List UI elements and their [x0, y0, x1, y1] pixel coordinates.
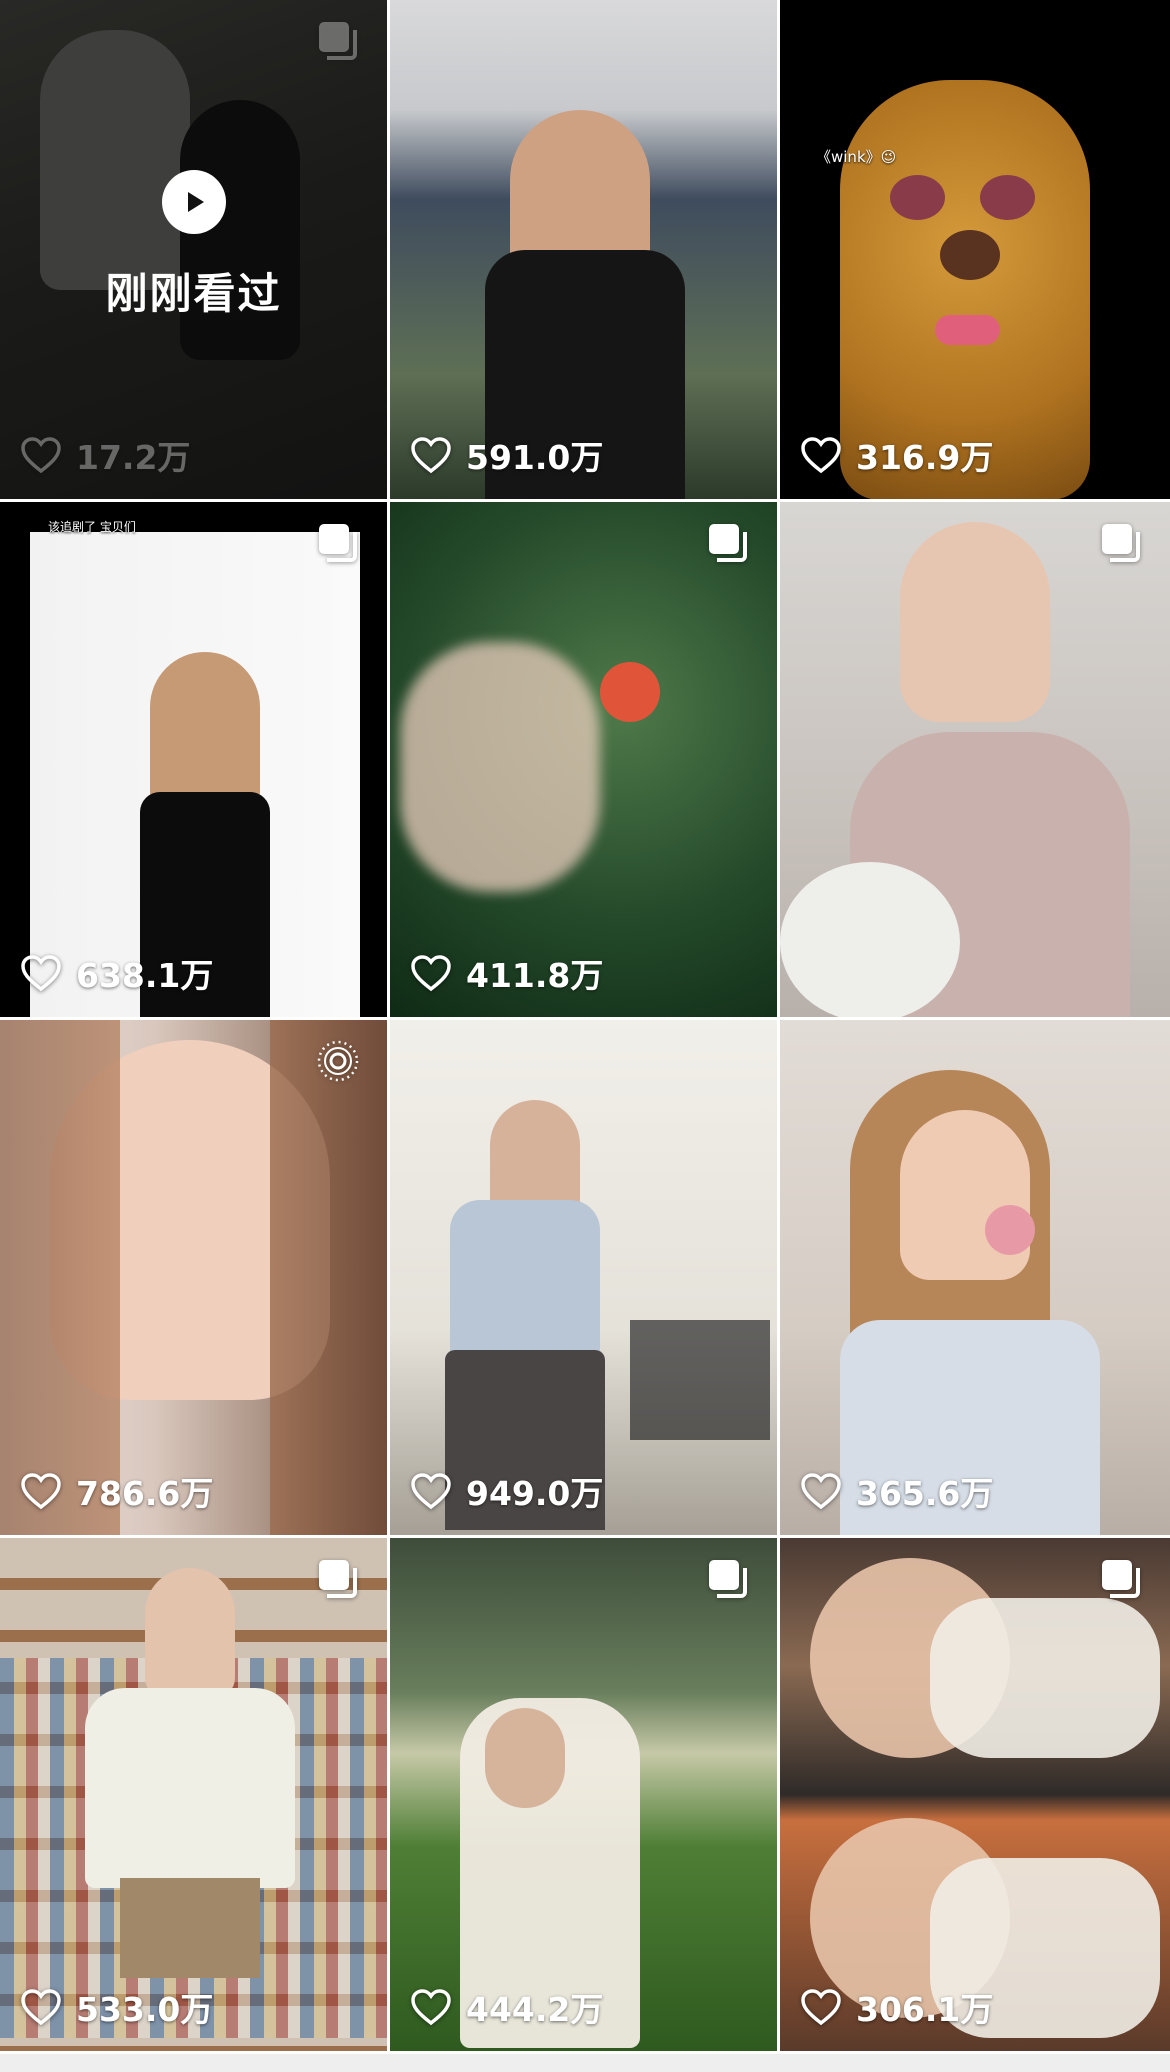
play-icon — [161, 170, 226, 234]
like-count-text: 444.2万 — [466, 1990, 604, 2029]
heart-icon — [801, 437, 841, 474]
like-count-text: 316.9万 — [856, 438, 994, 477]
like-count-text: 533.0万 — [76, 1990, 214, 2029]
video-thumbnail — [390, 1538, 777, 2051]
video-tile-3[interactable]: 《wink》😉 316.9万 — [780, 0, 1170, 502]
recently-watched-marker: 刚刚看过 — [0, 170, 387, 321]
heart-icon — [801, 1473, 841, 1510]
video-tile-9[interactable]: 365.6万 — [780, 1020, 1170, 1538]
video-tile-8[interactable]: 949.0万 — [390, 1020, 780, 1538]
multi-image-icon — [1098, 1556, 1144, 1602]
live-photo-icon — [315, 1038, 361, 1084]
video-tile-11[interactable]: 444.2万 — [390, 1538, 780, 2054]
video-thumbnail — [390, 1020, 777, 1535]
multi-image-icon — [315, 1556, 361, 1602]
heart-icon — [411, 1989, 451, 2026]
heart-icon — [411, 955, 451, 992]
video-thumbnail — [780, 0, 1170, 499]
heart-icon — [411, 1473, 451, 1510]
heart-icon — [21, 955, 61, 992]
video-tile-4[interactable]: 该追剧了 宝贝们 638.1万 — [0, 502, 390, 1020]
video-tile-6[interactable] — [780, 502, 1170, 1020]
heart-icon — [21, 1989, 61, 2026]
multi-image-icon — [705, 520, 751, 566]
multi-image-icon — [315, 520, 361, 566]
like-count: 638.1万 — [20, 949, 213, 997]
heart-icon — [21, 437, 61, 474]
video-grid: 刚刚看过 17.2万 591.0万 《wink》😉 316.9万 该追剧了 宝贝… — [0, 0, 1170, 2072]
like-count-text: 365.6万 — [856, 1474, 994, 1513]
video-thumbnail — [0, 1538, 387, 2051]
like-count: 365.6万 — [800, 1467, 993, 1515]
like-count: 316.9万 — [800, 431, 993, 479]
video-thumbnail — [780, 502, 1170, 1017]
video-thumbnail — [390, 502, 777, 1017]
recently-watched-label: 刚刚看过 — [105, 269, 282, 318]
multi-image-icon — [1098, 520, 1144, 566]
video-caption: 该追剧了 宝贝们 — [48, 520, 136, 534]
video-thumbnail — [0, 502, 387, 1017]
heart-icon — [801, 1989, 841, 2026]
next-row-peek — [0, 2054, 1170, 2072]
video-tile-12[interactable]: 306.1万 — [780, 1538, 1170, 2054]
like-count: 949.0万 — [410, 1467, 603, 1515]
like-count-text: 306.1万 — [856, 1990, 994, 2029]
like-count: 786.6万 — [20, 1467, 213, 1515]
like-count-text: 949.0万 — [466, 1474, 604, 1513]
video-thumbnail — [780, 1538, 1170, 2051]
video-tile-10[interactable]: 533.0万 — [0, 1538, 390, 2054]
like-count: 411.8万 — [410, 949, 603, 997]
video-thumbnail — [0, 1020, 387, 1535]
multi-image-icon — [705, 1556, 751, 1602]
video-tile-1[interactable]: 刚刚看过 17.2万 — [0, 0, 390, 502]
like-count: 17.2万 — [20, 431, 190, 479]
like-count-text: 638.1万 — [76, 956, 214, 995]
heart-icon — [21, 1473, 61, 1510]
multi-image-icon — [315, 18, 361, 64]
heart-icon — [411, 437, 451, 474]
like-count-text: 786.6万 — [76, 1474, 214, 1513]
like-count-text: 591.0万 — [466, 438, 604, 477]
video-tile-5[interactable]: 411.8万 — [390, 502, 780, 1020]
video-thumbnail — [390, 0, 777, 499]
like-count-text: 411.8万 — [466, 956, 604, 995]
video-tile-2[interactable]: 591.0万 — [390, 0, 780, 502]
like-count: 444.2万 — [410, 1983, 603, 2031]
video-tile-7[interactable]: 786.6万 — [0, 1020, 390, 1538]
video-thumbnail — [780, 1020, 1170, 1535]
like-count-text: 17.2万 — [76, 438, 191, 477]
like-count: 306.1万 — [800, 1983, 993, 2031]
like-count: 533.0万 — [20, 1983, 213, 2031]
video-caption: 《wink》😉 — [816, 148, 897, 166]
like-count: 591.0万 — [410, 431, 603, 479]
